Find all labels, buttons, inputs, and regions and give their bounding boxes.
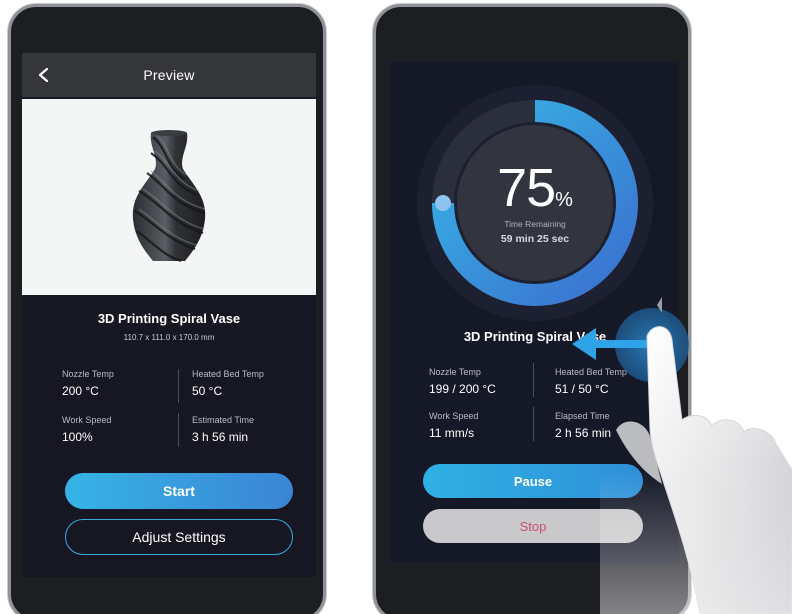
stat-divider [533, 363, 534, 397]
stat-bed-temp: Heated Bed Temp 51 / 50 °C [555, 367, 627, 396]
start-button[interactable]: Start [65, 473, 293, 509]
stat-value: 3 h 56 min [192, 430, 249, 444]
stat-value: 2 h 56 min [555, 426, 612, 440]
stat-estimated-time: Estimated Time 3 h 56 min [192, 415, 254, 444]
stat-nozzle-temp: Nozzle Temp 200 °C [62, 369, 114, 398]
printing-screen: 75% Time Remaining 59 min 25 sec 3D Prin… [391, 61, 679, 563]
stat-bed-temp: Heated Bed Temp 50 °C [192, 369, 264, 398]
phone-preview: Preview 3D Printing Spiral Vase 110.7 x … [8, 4, 326, 614]
phone-printing: 75% Time Remaining 59 min 25 sec 3D Prin… [373, 4, 691, 614]
model-title: 3D Printing Spiral Vase [463, 329, 607, 344]
progress-percent: 75% [391, 157, 679, 219]
stat-value: 100% [62, 430, 93, 444]
stat-label: Elapsed Time [555, 411, 610, 421]
stat-value: 11 mm/s [429, 426, 475, 440]
stat-divider [533, 407, 534, 441]
spiral-vase-image [132, 130, 206, 263]
stat-value: 200 °C [62, 384, 99, 398]
model-preview [22, 99, 316, 295]
time-remaining-label: Time Remaining [504, 219, 566, 229]
stat-value: 50 °C [192, 384, 223, 398]
stat-label: Nozzle Temp [429, 367, 481, 377]
stat-label: Work Speed [429, 411, 479, 421]
model-dimensions: 110.7 x 111.0 x 170.0 mm [123, 333, 215, 342]
progress-percent-unit: % [555, 189, 573, 211]
stat-label: Heated Bed Temp [555, 367, 627, 377]
pause-button[interactable]: Pause [423, 464, 643, 498]
stat-work-speed: Work Speed 11 mm/s [429, 411, 478, 440]
stat-label: Heated Bed Temp [192, 369, 264, 379]
progress-percent-value: 75 [497, 158, 556, 218]
stat-label: Estimated Time [192, 415, 255, 425]
chevron-left-icon[interactable] [34, 65, 54, 85]
stat-divider [178, 369, 179, 403]
preview-screen: Preview 3D Printing Spiral Vase 110.7 x … [22, 53, 316, 577]
stat-divider [178, 413, 179, 447]
model-title: 3D Printing Spiral Vase [97, 311, 241, 326]
stat-work-speed: Work Speed 100% [62, 415, 111, 444]
stop-button[interactable]: Stop [423, 509, 643, 543]
stat-label: Nozzle Temp [62, 369, 114, 379]
stat-value: 199 / 200 °C [429, 382, 496, 396]
adjust-settings-button[interactable]: Adjust Settings [65, 519, 293, 555]
stat-label: Work Speed [62, 415, 112, 425]
page-title: Preview [143, 67, 195, 83]
time-remaining-value: 59 min 25 sec [500, 233, 570, 245]
stat-elapsed-time: Elapsed Time 2 h 56 min [555, 411, 611, 440]
preview-header: Preview [22, 53, 316, 97]
stat-nozzle-temp: Nozzle Temp 199 / 200 °C [429, 367, 496, 396]
stat-value: 51 / 50 °C [555, 382, 609, 396]
